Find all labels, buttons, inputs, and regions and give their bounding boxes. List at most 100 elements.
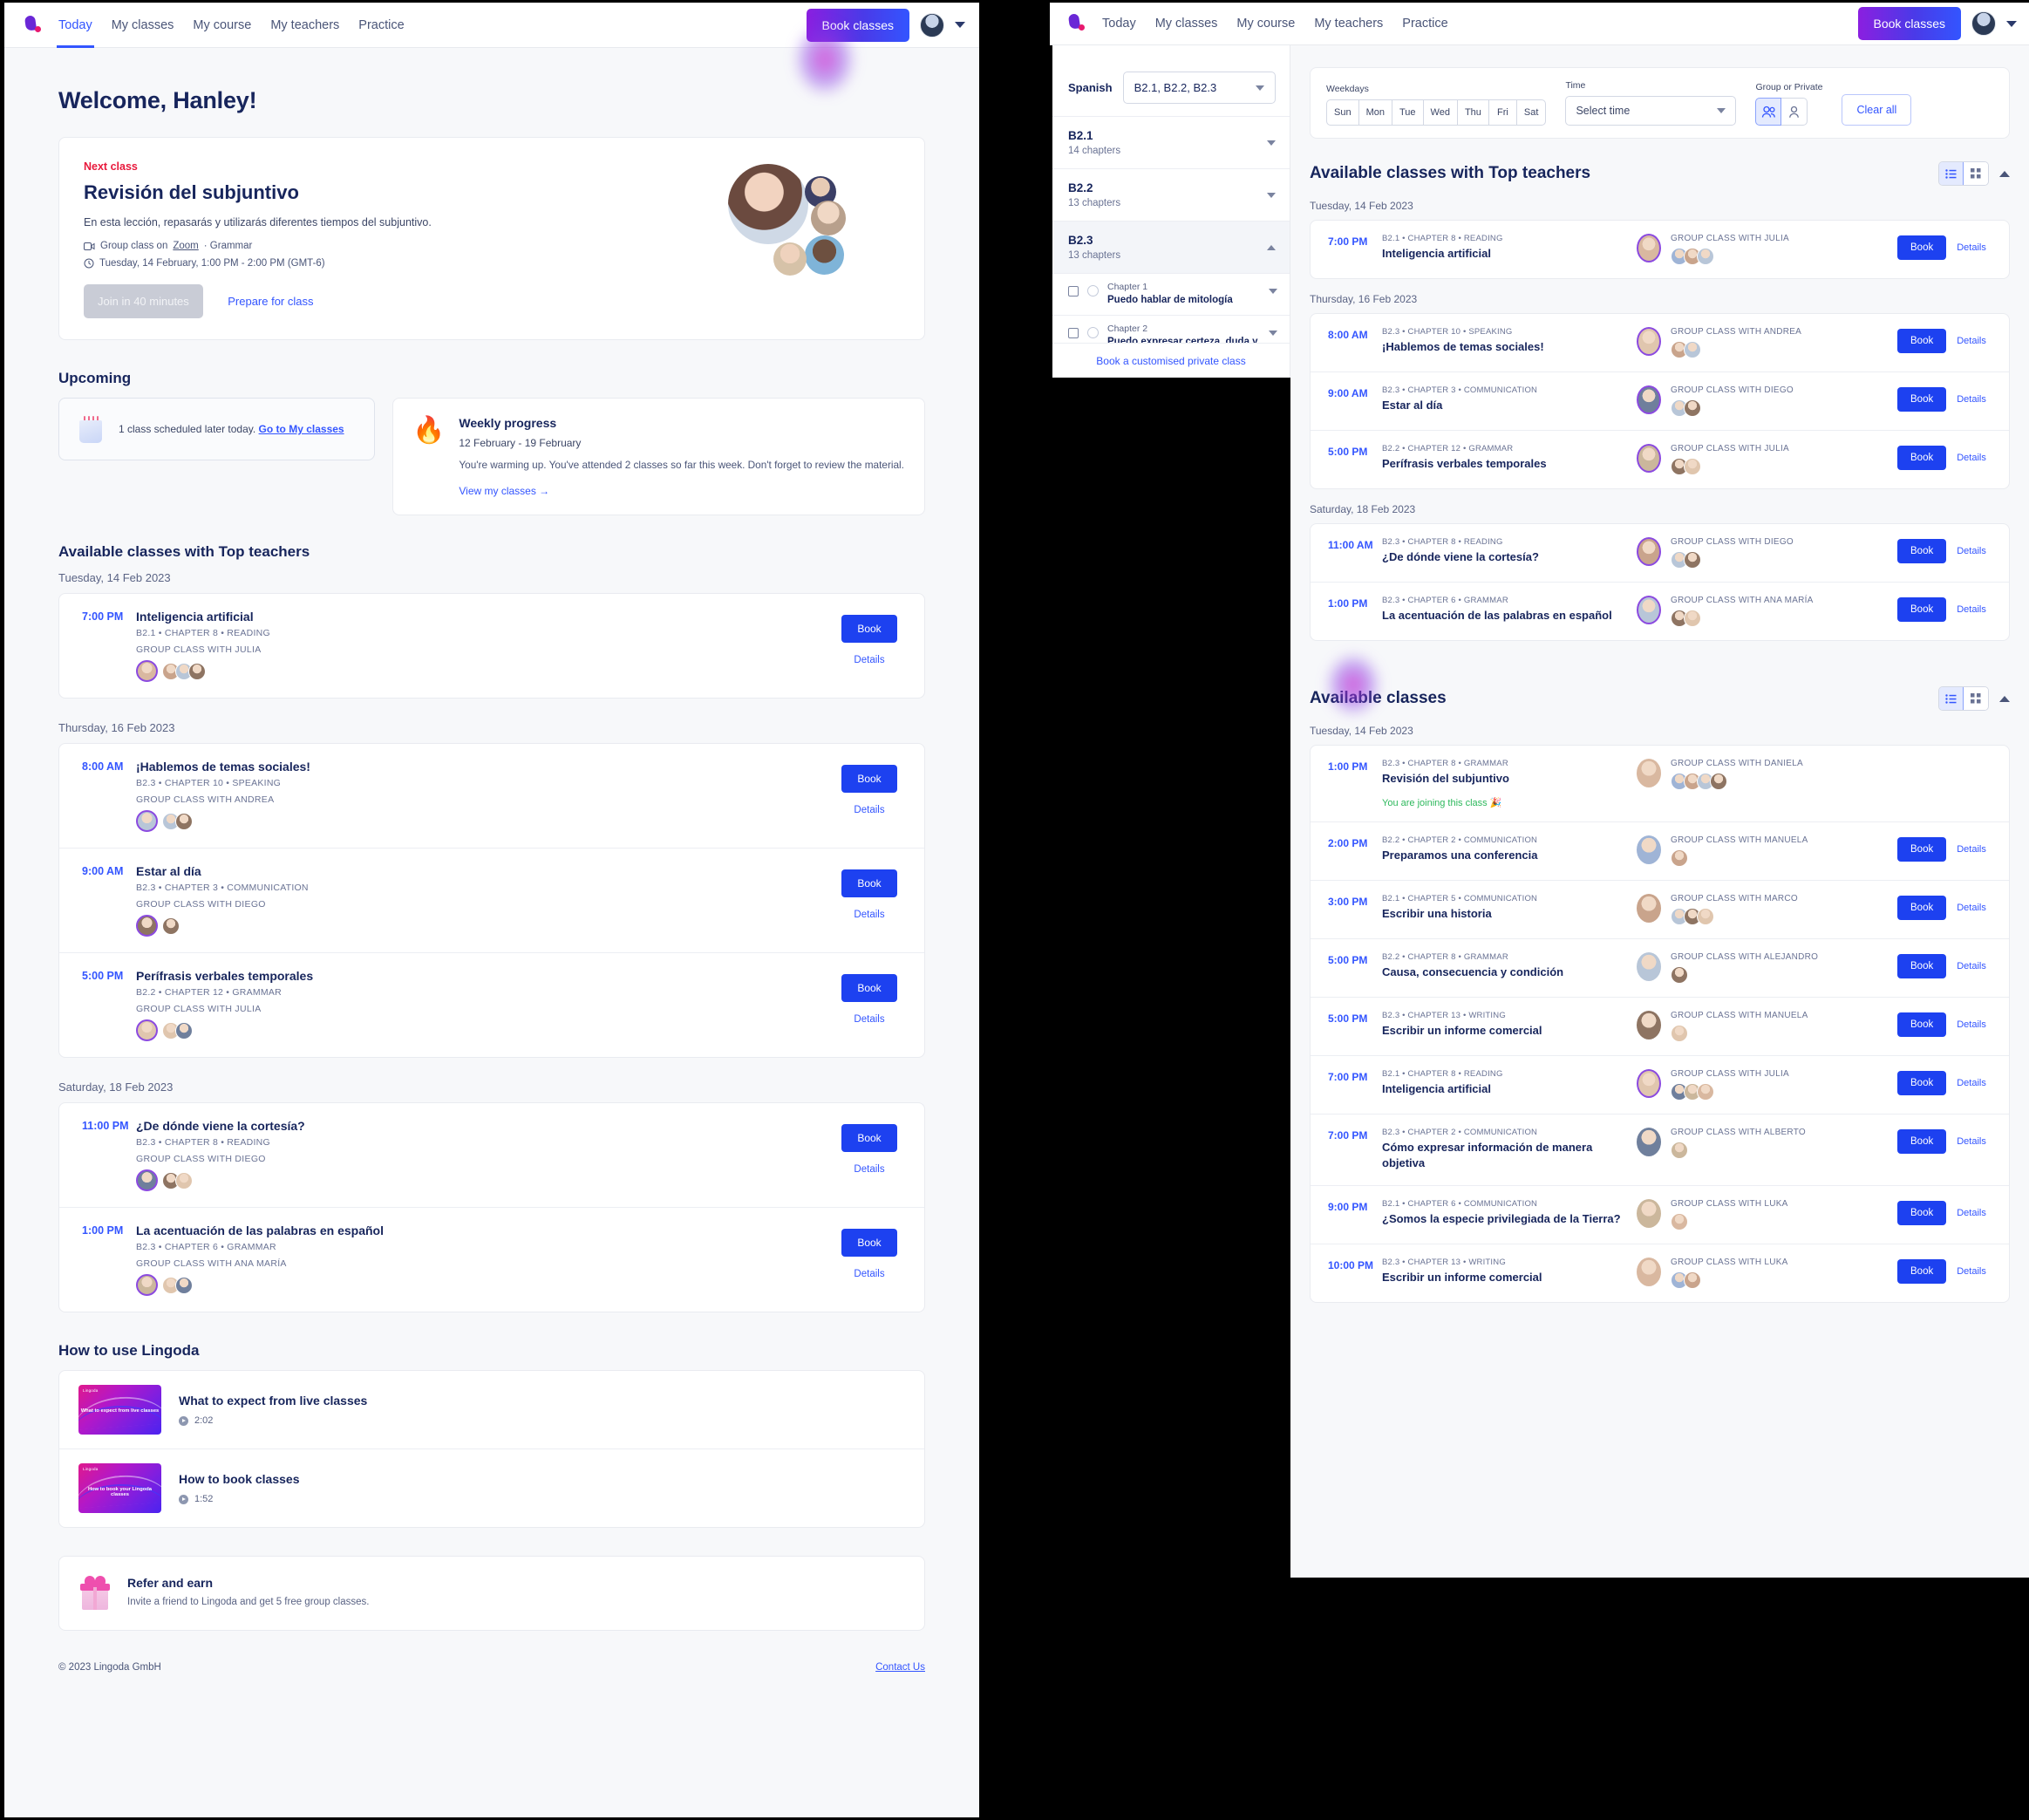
video-item[interactable]: Lingoda How to book your Lingoda classes H…: [59, 1449, 924, 1527]
level-item-B2-3[interactable]: B2.3 13 chapters: [1052, 221, 1290, 273]
book-button[interactable]: Book: [1897, 539, 1947, 563]
list-view-icon[interactable]: [1939, 162, 1964, 185]
book-button[interactable]: Book: [1897, 597, 1947, 622]
chevron-down-icon[interactable]: [955, 22, 965, 28]
list-view-icon[interactable]: [1939, 687, 1964, 710]
book-button[interactable]: Book: [1897, 1200, 1947, 1225]
participant-avatars: [136, 1274, 835, 1297]
details-link[interactable]: Details: [1957, 1201, 1986, 1218]
course-sidebar: Spanish B2.1, B2.2, B2.3 B2.1 14 chapters…: [1052, 45, 1290, 377]
course-select[interactable]: B2.1, B2.2, B2.3: [1122, 72, 1276, 104]
level-item-B2-1[interactable]: B2.1 14 chapters: [1052, 116, 1290, 168]
book-button[interactable]: Book: [1897, 387, 1947, 412]
nav-item-practice[interactable]: Practice: [1402, 3, 1447, 44]
details-link[interactable]: Details: [1957, 387, 1986, 405]
details-link[interactable]: Details: [1957, 235, 1986, 253]
lingoda-logo-icon[interactable]: [1066, 12, 1088, 35]
details-link[interactable]: Details: [1957, 446, 1986, 463]
book-button[interactable]: Book: [841, 615, 897, 644]
details-link[interactable]: Details: [1957, 1012, 1986, 1030]
prepare-for-class-link[interactable]: Prepare for class: [228, 295, 313, 308]
book-button[interactable]: Book: [841, 1124, 897, 1153]
book-private-class-link[interactable]: Book a customised private class: [1096, 355, 1245, 367]
book-button[interactable]: Book: [841, 869, 897, 898]
grid-view-icon[interactable]: [1964, 687, 1988, 710]
book-button[interactable]: Book: [1897, 446, 1947, 470]
nav-item-my-course[interactable]: My course: [1236, 3, 1295, 44]
details-link[interactable]: Details: [1957, 954, 1986, 971]
details-link[interactable]: Details: [1957, 1129, 1986, 1147]
group-class-icon[interactable]: [1755, 98, 1782, 126]
book-button[interactable]: Book: [841, 765, 897, 794]
refer-and-earn-card[interactable]: Refer and earn Invite a friend to Lingod…: [58, 1556, 925, 1632]
private-class-icon[interactable]: [1781, 98, 1808, 126]
details-link[interactable]: Details: [835, 1164, 903, 1175]
nav-item-my-teachers[interactable]: My teachers: [1314, 3, 1383, 44]
details-link[interactable]: Details: [835, 805, 903, 815]
nav-item-practice[interactable]: Practice: [358, 3, 404, 47]
view-my-classes-link[interactable]: View my classes →: [459, 485, 904, 497]
weekday-thu[interactable]: Thu: [1458, 100, 1489, 125]
zoom-link[interactable]: Zoom: [173, 241, 198, 251]
weekday-sat[interactable]: Sat: [1517, 100, 1546, 125]
clear-all-button[interactable]: Clear all: [1842, 94, 1912, 126]
video-item[interactable]: Lingoda What to expect from live classes W…: [59, 1371, 924, 1449]
teacher-avatar: [136, 1169, 158, 1192]
weekday-tue[interactable]: Tue: [1392, 100, 1424, 125]
contact-us-link[interactable]: Contact Us: [875, 1662, 925, 1673]
go-to-my-classes-link[interactable]: Go to My classes: [259, 423, 344, 435]
nav-item-my-course[interactable]: My course: [193, 3, 251, 47]
chevron-down-icon[interactable]: [2006, 20, 2017, 27]
nav-item-today[interactable]: Today: [57, 3, 94, 48]
book-button[interactable]: Book: [1897, 837, 1947, 862]
book-button[interactable]: Book: [1897, 1258, 1947, 1284]
weekday-fri[interactable]: Fri: [1489, 100, 1517, 125]
nav-item-today[interactable]: Today: [1102, 3, 1136, 44]
details-link[interactable]: Details: [835, 1014, 903, 1025]
weekday-wed[interactable]: Wed: [1424, 100, 1458, 125]
details-link[interactable]: Details: [1957, 896, 1986, 913]
book-button[interactable]: Book: [841, 974, 897, 1003]
book-classes-button[interactable]: Book classes: [806, 8, 909, 42]
collapse-section-icon[interactable]: [1999, 695, 2010, 702]
details-link[interactable]: Details: [1957, 1071, 1986, 1088]
avatar[interactable]: [920, 12, 944, 37]
collapse-section-icon[interactable]: [1999, 170, 2010, 177]
chapter-name: Puedo hablar de mitología: [1107, 295, 1233, 305]
class-title: La acentuación de las palabras en españo…: [136, 1224, 384, 1238]
details-link[interactable]: Details: [1957, 329, 1986, 346]
weekday-mon[interactable]: Mon: [1359, 100, 1392, 125]
details-link[interactable]: Details: [835, 655, 903, 665]
book-button[interactable]: Book: [1897, 1129, 1947, 1155]
chapter-item[interactable]: Chapter 1 Puedo hablar de mitología: [1052, 273, 1290, 315]
class-row: 11:00 AM B2.3 • CHAPTER 8 • READING ¿De dó…: [1311, 524, 2009, 582]
details-link[interactable]: Details: [835, 1269, 903, 1279]
details-link[interactable]: Details: [1957, 1259, 1986, 1277]
lingoda-logo-icon[interactable]: [22, 14, 44, 37]
chevron-down-icon[interactable]: [1269, 331, 1277, 337]
chevron-down-icon[interactable]: [1269, 289, 1277, 294]
book-classes-button[interactable]: Book classes: [1857, 7, 1961, 40]
chapter-checkbox[interactable]: [1068, 328, 1079, 339]
details-link[interactable]: Details: [1957, 539, 1986, 556]
book-button[interactable]: Book: [1897, 235, 1947, 260]
book-button[interactable]: Book: [1897, 329, 1947, 353]
book-button[interactable]: Book: [1897, 896, 1947, 921]
nav-item-my-teachers[interactable]: My teachers: [270, 3, 339, 47]
chapter-checkbox[interactable]: [1068, 286, 1079, 297]
level-item-B2-2[interactable]: B2.2 13 chapters: [1052, 168, 1290, 221]
nav-item-my-classes[interactable]: My classes: [1155, 3, 1218, 44]
details-link[interactable]: Details: [1957, 837, 1986, 855]
book-button[interactable]: Book: [1897, 1012, 1947, 1038]
weekday-sun[interactable]: Sun: [1327, 100, 1359, 125]
book-button[interactable]: Book: [1897, 954, 1947, 979]
book-button[interactable]: Book: [1897, 1071, 1947, 1096]
time-select[interactable]: Select time: [1565, 96, 1737, 126]
participant-avatars: [1671, 773, 1803, 790]
grid-view-icon[interactable]: [1964, 162, 1988, 185]
book-button[interactable]: Book: [841, 1229, 897, 1258]
nav-item-my-classes[interactable]: My classes: [112, 3, 174, 47]
avatar[interactable]: [1971, 11, 1996, 36]
details-link[interactable]: Details: [835, 910, 903, 920]
details-link[interactable]: Details: [1957, 597, 1986, 615]
